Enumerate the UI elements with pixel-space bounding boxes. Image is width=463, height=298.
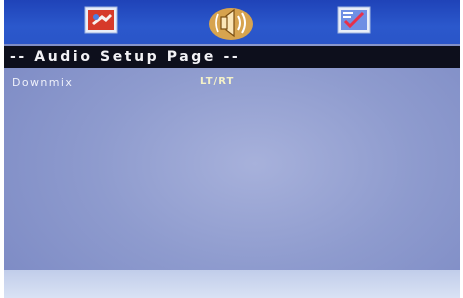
setting-value[interactable]: LT/RT (200, 76, 234, 87)
menu-tab-bar (4, 0, 460, 44)
audio-speaker-icon[interactable] (206, 2, 256, 42)
preferences-icon[interactable] (337, 5, 371, 35)
page-title: -- Audio Setup Page -- (4, 46, 460, 68)
help-bar (4, 270, 460, 298)
setting-row-downmix[interactable]: Downmix LT/RT (4, 76, 460, 92)
osd-screen: -- Audio Setup Page -- Downmix LT/RT (4, 0, 460, 298)
general-setup-icon[interactable] (84, 5, 118, 35)
setting-label: Downmix (12, 76, 74, 89)
